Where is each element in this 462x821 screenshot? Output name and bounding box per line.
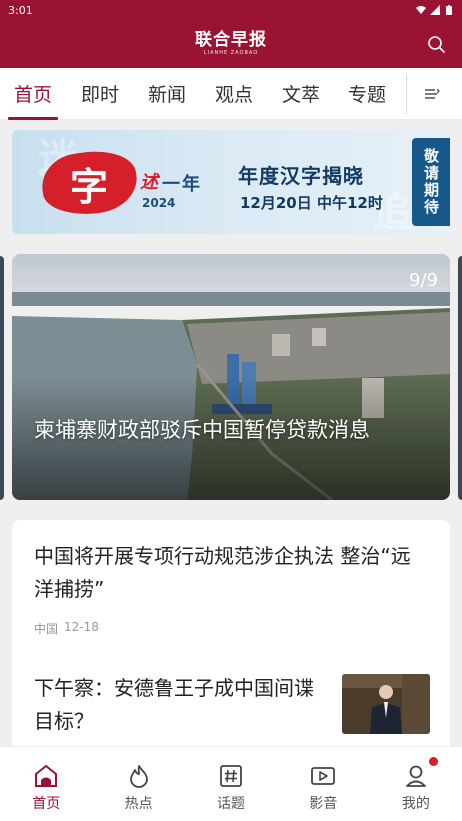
banner-date: 12月20日 中午12时	[240, 194, 383, 212]
profile-icon	[405, 765, 426, 787]
video-icon	[311, 767, 336, 785]
tab-menu-button[interactable]	[407, 68, 457, 120]
status-bar: 3:01	[0, 0, 462, 20]
status-icons	[416, 5, 454, 15]
carousel-prev-peek[interactable]	[0, 256, 4, 500]
notification-badge	[429, 757, 439, 766]
nav-video[interactable]: 影音	[277, 747, 369, 821]
flame-icon	[129, 765, 148, 788]
banner-char: 字	[70, 164, 109, 209]
app-logo: 联合早报 LIANHE ZAOBAO	[195, 32, 267, 56]
banner-yinian: 一年	[162, 174, 202, 195]
tab-home[interactable]: 首页	[0, 68, 66, 120]
article-date: 12-18	[64, 620, 99, 634]
category-tabs: 首页 即时 新闻 观点 文萃 专题	[0, 68, 462, 120]
article-meta: 中国 12-18	[34, 620, 99, 637]
hashtag-icon	[220, 765, 242, 787]
signal-icon	[430, 5, 440, 15]
nav-profile[interactable]: 我的	[370, 747, 462, 821]
tab-digest[interactable]: 文萃	[268, 68, 334, 120]
nav-label: 话题	[217, 796, 246, 812]
article-title: 下午察：安德鲁王子成中国间谍目标？	[34, 676, 314, 733]
status-time: 3:01	[8, 3, 33, 17]
article-title: 中国将开展专项行动规范涉企执法 整治“远洋捕捞”	[34, 544, 411, 601]
banner-shu: 述	[140, 172, 158, 193]
hero-carousel-slide[interactable]: 9/9 柬埔寨财政部驳斥中国暂停贷款消息	[12, 254, 450, 500]
article-thumbnail	[342, 674, 430, 734]
search-icon[interactable]	[426, 34, 446, 54]
nav-label: 热点	[124, 796, 153, 812]
battery-icon	[446, 5, 452, 15]
banner-title: 年度汉字揭晓	[238, 164, 364, 188]
nav-label: 影音	[309, 796, 338, 812]
tab-news[interactable]: 新闻	[134, 68, 200, 120]
nav-label: 我的	[401, 796, 430, 812]
app-header: 联合早报 LIANHE ZAOBAO	[0, 20, 462, 68]
nav-topics[interactable]: 话题	[185, 747, 277, 821]
bottom-nav: 首页 热点 话题 影音 我的	[0, 746, 462, 821]
carousel-next-peek[interactable]	[458, 256, 462, 500]
home-icon	[35, 764, 58, 787]
hero-image	[12, 254, 450, 500]
banner-year: 2024	[142, 196, 176, 210]
nav-hot[interactable]: 热点	[92, 747, 184, 821]
wifi-icon	[416, 6, 426, 14]
tab-opinion[interactable]: 观点	[200, 68, 268, 120]
article-section: 中国	[34, 622, 59, 636]
article-list: 中国将开展专项行动规范涉企执法 整治“远洋捕捞” 中国 12-18 下午察：安德…	[12, 520, 450, 760]
nav-label: 首页	[32, 796, 61, 812]
menu-icon	[425, 88, 440, 99]
article-thumbnail-image	[342, 674, 430, 734]
tab-instant[interactable]: 即时	[66, 68, 134, 120]
carousel-counter: 9/9	[409, 270, 438, 291]
banner-cta: 敬请期待	[412, 138, 450, 226]
logo-subtext: LIANHE ZAOBAO	[203, 50, 259, 56]
hero-caption: 柬埔寨财政部驳斥中国暂停贷款消息	[34, 418, 370, 442]
tab-special[interactable]: 专题	[334, 68, 400, 120]
nav-home[interactable]: 首页	[0, 747, 92, 821]
logo-text: 联合早报	[195, 30, 267, 50]
promo-banner[interactable]: 迷 追 字 述 一年 2024 年度汉字揭晓 12月20日 中午12时 敬请期待	[12, 130, 450, 234]
